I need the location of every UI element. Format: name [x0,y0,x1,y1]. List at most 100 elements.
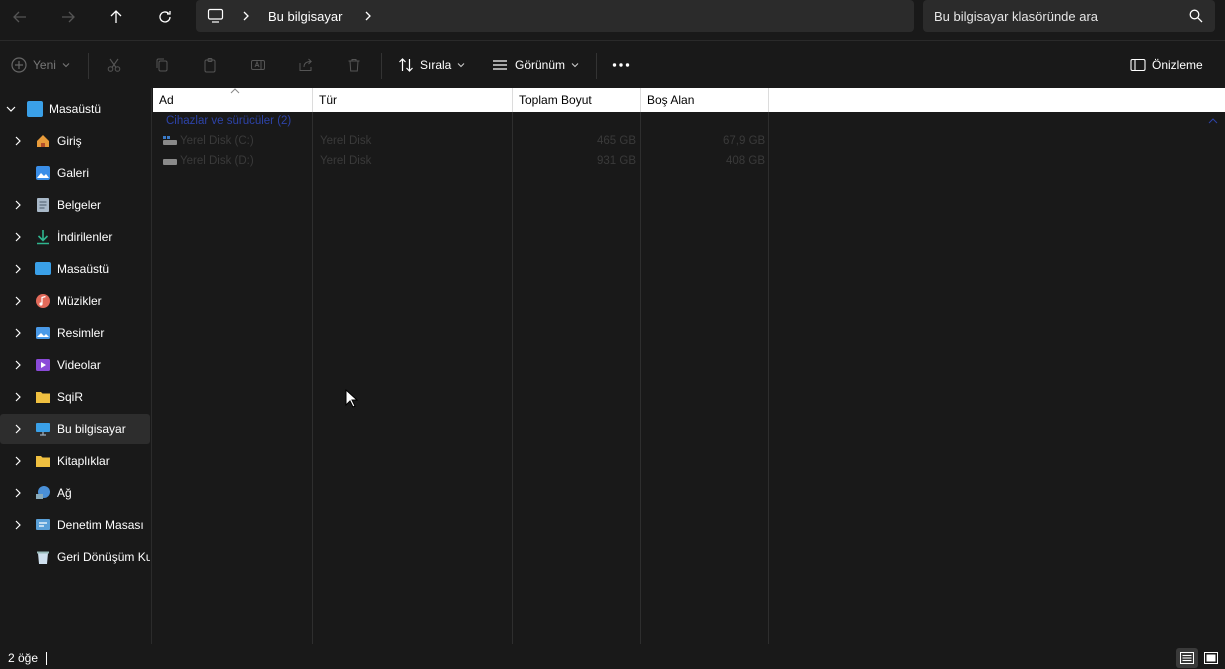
sidebar-item-downloads[interactable]: İndirilenler [0,222,150,252]
sidebar-item-pictures[interactable]: Resimler [0,318,150,348]
scissors-icon [107,58,121,72]
sidebar-item-label: Geri Dönüşüm Ku [57,550,150,564]
sidebar-item-music[interactable]: Müzikler [0,286,150,316]
column-name[interactable]: Ad [153,88,313,112]
sidebar-item-gallery[interactable]: Galeri [0,158,150,188]
group-header[interactable]: Cihazlar ve sürücüler (2) [166,115,291,127]
sidebar-item-label: Denetim Masası [57,518,144,532]
chevron-right-icon[interactable] [364,11,372,21]
sidebar-item-home[interactable]: Giriş [0,126,150,156]
chevron-right-icon[interactable] [12,423,24,435]
sort-button[interactable]: Sırala [398,41,465,89]
sidebar-item-desktop[interactable]: Masaüstü [0,254,150,284]
more-options-button[interactable] [612,41,630,89]
address-bar[interactable]: Bu bilgisayar [196,0,914,32]
new-button[interactable]: Yeni [11,41,70,89]
sidebar-item-documents[interactable]: Belgeler [0,190,150,220]
column-header: Ad Tür Toplam Boyut Boş Alan [153,88,1225,112]
refresh-button[interactable] [150,4,180,30]
details-view-button[interactable] [1176,648,1198,668]
computer-icon [36,423,50,436]
sidebar-item-label: Bu bilgisayar [57,422,126,436]
forward-button[interactable] [53,4,83,30]
sidebar-item-label: SqiR [57,390,84,404]
details-view-icon [1180,652,1194,664]
up-button[interactable] [101,4,131,30]
chevron-right-icon[interactable] [12,295,24,307]
search-icon[interactable] [1189,9,1203,23]
desktop-icon [27,101,43,117]
sidebar-item-control-panel[interactable]: Denetim Masası [0,510,150,540]
trash-icon [348,59,360,72]
breadcrumb-this-pc[interactable]: Bu bilgisayar [268,9,342,24]
chevron-right-icon[interactable] [12,391,24,403]
copy-icon [156,58,168,72]
row-name: Yerel Disk (D:) [180,155,254,167]
search-input[interactable]: Bu bilgisayar klasöründe ara [923,0,1215,32]
divider [381,53,382,79]
sidebar-item-label: Belgeler [57,198,102,212]
sidebar-item-libraries[interactable]: Kitaplıklar [0,446,150,476]
column-total-size-label: Toplam Boyut [519,93,592,107]
rename-button[interactable] [250,41,266,89]
sidebar-item-desktop-root[interactable]: Masaüstü [0,94,150,124]
table-row[interactable]: Yerel Disk (C:) Yerel Disk 465 GB 67,9 G… [153,132,773,152]
chevron-right-icon[interactable] [12,487,24,499]
music-icon [36,294,50,308]
column-divider [512,112,513,644]
divider [596,53,597,79]
collapse-group-icon[interactable] [1208,118,1218,124]
chevron-down-icon[interactable] [5,103,17,115]
chevron-right-icon[interactable] [12,327,24,339]
monitor-icon [207,8,224,23]
tiles-view-button[interactable] [1200,648,1222,668]
row-name: Yerel Disk (C:) [180,135,254,147]
preview-button[interactable]: Önizleme [1130,41,1203,89]
column-name-label: Ad [159,93,174,107]
refresh-icon [159,11,171,23]
column-free-space[interactable]: Boş Alan [641,88,769,112]
delete-button[interactable] [346,41,362,89]
paste-button[interactable] [202,41,218,89]
chevron-right-icon[interactable] [12,231,24,243]
column-total-size[interactable]: Toplam Boyut [513,88,641,112]
ellipsis-icon [612,63,630,67]
download-icon [37,230,49,245]
column-type[interactable]: Tür [313,88,513,112]
pictures-icon [36,327,50,339]
column-free-space-label: Boş Alan [647,93,695,107]
row-type: Yerel Disk [320,135,372,147]
sidebar-item-videos[interactable]: Videolar [0,350,150,380]
sidebar-item-network[interactable]: Ağ [0,478,150,508]
chevron-right-icon[interactable] [12,455,24,467]
chevron-right-icon[interactable] [12,359,24,371]
chevron-right-icon[interactable] [242,11,250,21]
table-row[interactable]: Yerel Disk (D:) Yerel Disk 931 GB 408 GB [153,152,773,172]
divider [88,53,89,79]
item-count: 2 öğe [8,651,39,665]
chevron-right-icon[interactable] [12,199,24,211]
copy-button[interactable] [154,41,170,89]
view-button[interactable]: Görünüm [491,41,579,89]
chevron-right-icon[interactable] [12,135,24,147]
column-type-label: Tür [319,93,337,107]
rename-icon [251,60,265,70]
status-bar: 2 öğe [0,644,1225,669]
chevron-down-icon [571,63,579,68]
chevron-right-icon[interactable] [12,263,24,275]
row-free: 408 GB [726,155,765,167]
column-divider [768,112,769,644]
cut-button[interactable] [106,41,122,89]
sidebar-item-recycle-bin[interactable]: Geri Dönüşüm Ku [0,542,150,572]
folder-icon [36,392,50,403]
folder-icon [36,456,50,467]
back-button[interactable] [5,4,35,30]
chevron-right-icon[interactable] [12,519,24,531]
share-button[interactable] [298,41,314,89]
arrow-right-icon [62,11,75,23]
videos-icon [36,359,50,371]
new-label: Yeni [33,58,56,72]
sidebar-item-sqir[interactable]: SqiR [0,382,150,412]
sidebar-item-this-pc[interactable]: Bu bilgisayar [0,414,150,444]
file-list: Ad Tür Toplam Boyut Boş Alan Cihazlar ve… [153,88,1225,644]
